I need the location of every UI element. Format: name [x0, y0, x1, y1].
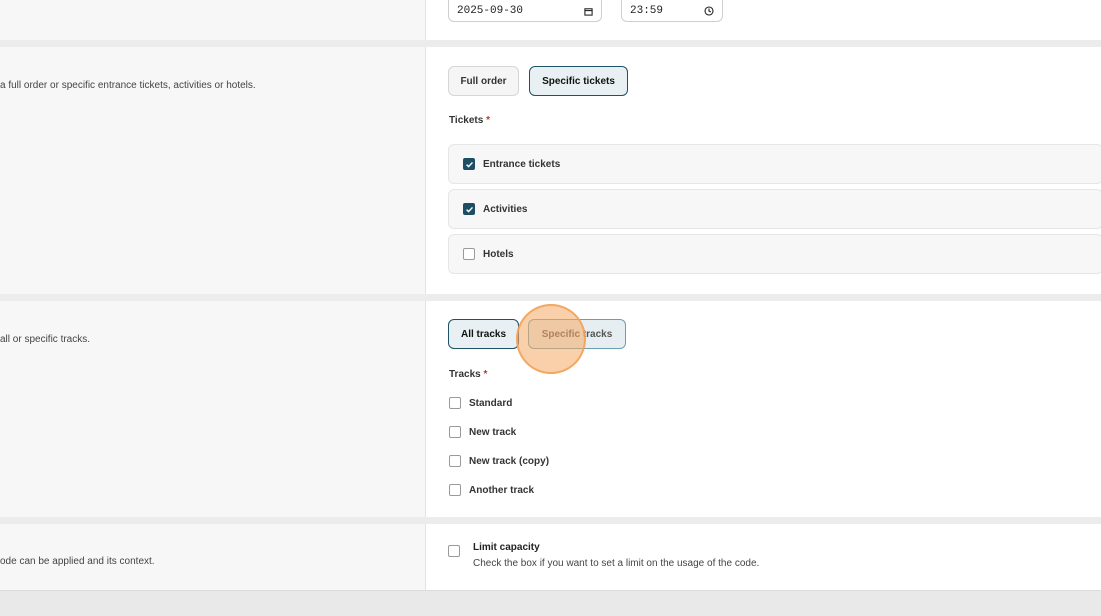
ticket-option-label: Activities: [483, 203, 528, 215]
capacity-description: ode can be applied and its context.: [0, 556, 155, 567]
track-option-label: New track: [469, 426, 517, 438]
ticket-option-activities[interactable]: Activities: [448, 189, 1101, 229]
track-option-another-track[interactable]: Another track: [449, 483, 534, 497]
section-content-panel: All tracks Specific tracks Tracks * Stan…: [426, 301, 1101, 517]
checkbox-unchecked[interactable]: [463, 248, 475, 260]
specific-tickets-button[interactable]: Specific tickets: [529, 66, 628, 96]
checkbox-unchecked[interactable]: [449, 397, 461, 409]
track-option-standard[interactable]: Standard: [449, 396, 512, 410]
full-order-button[interactable]: Full order: [448, 66, 519, 96]
limit-capacity-label[interactable]: Limit capacity: [473, 542, 540, 553]
end-date-value: 2025-09-30: [457, 4, 524, 17]
end-time-value: 23:59: [630, 4, 664, 17]
section-description-panel: [0, 0, 426, 40]
track-option-label: Another track: [469, 484, 535, 496]
capacity-section: ode can be applied and its context. Limi…: [0, 524, 1101, 590]
ticket-option-label: Hotels: [483, 248, 514, 260]
limit-capacity-checkbox[interactable]: [448, 545, 460, 557]
tracks-scope-section: all or specific tracks. All tracks Speci…: [0, 301, 1101, 517]
tickets-label-text: Tickets: [449, 115, 484, 126]
footer-bar: [0, 590, 1101, 616]
specific-tracks-button[interactable]: Specific tracks: [528, 319, 626, 349]
tracks-scope-description: all or specific tracks.: [0, 334, 91, 345]
track-option-label: New track (copy): [469, 455, 550, 467]
tickets-scope-section: a full order or specific entrance ticket…: [0, 47, 1101, 294]
required-marker: *: [486, 115, 490, 126]
required-marker: *: [483, 369, 488, 380]
end-time-input[interactable]: 23:59: [621, 0, 723, 22]
section-description-panel: ode can be applied and its context.: [0, 524, 426, 590]
section-content-panel: Full order Specific tickets Tickets * En…: [426, 47, 1101, 294]
checkbox-unchecked[interactable]: [449, 455, 461, 467]
checkbox-unchecked[interactable]: [449, 426, 461, 438]
calendar-icon[interactable]: [583, 0, 593, 22]
end-date-input[interactable]: 2025-09-30: [448, 0, 602, 22]
check-icon: [465, 161, 473, 168]
section-description-panel: all or specific tracks.: [0, 301, 426, 517]
validity-date-section: 2025-09-30 23:59: [0, 0, 1101, 40]
tickets-scope-description: a full order or specific entrance ticket…: [0, 80, 256, 91]
track-option-label: Standard: [469, 397, 513, 409]
tracks-label-text: Tracks: [449, 369, 481, 380]
track-option-new-track-copy[interactable]: New track (copy): [449, 454, 549, 468]
checkbox-checked[interactable]: [463, 158, 475, 170]
section-content-panel: Limit capacity Check the box if you want…: [426, 524, 1101, 590]
limit-capacity-help: Check the box if you want to set a limit…: [473, 558, 760, 569]
section-description-panel: a full order or specific entrance ticket…: [0, 47, 426, 294]
check-icon: [465, 206, 473, 213]
ticket-option-hotels[interactable]: Hotels: [448, 234, 1101, 274]
checkbox-unchecked[interactable]: [449, 484, 461, 496]
checkbox-checked[interactable]: [463, 203, 475, 215]
track-option-new-track[interactable]: New track: [449, 425, 516, 439]
section-content-panel: 2025-09-30 23:59: [426, 0, 1101, 40]
tracks-label: Tracks *: [449, 369, 487, 380]
clock-icon[interactable]: [704, 0, 714, 22]
ticket-option-label: Entrance tickets: [483, 158, 561, 170]
tickets-label: Tickets *: [449, 115, 490, 126]
ticket-option-entrance[interactable]: Entrance tickets: [448, 144, 1101, 184]
all-tracks-button[interactable]: All tracks: [448, 319, 519, 349]
